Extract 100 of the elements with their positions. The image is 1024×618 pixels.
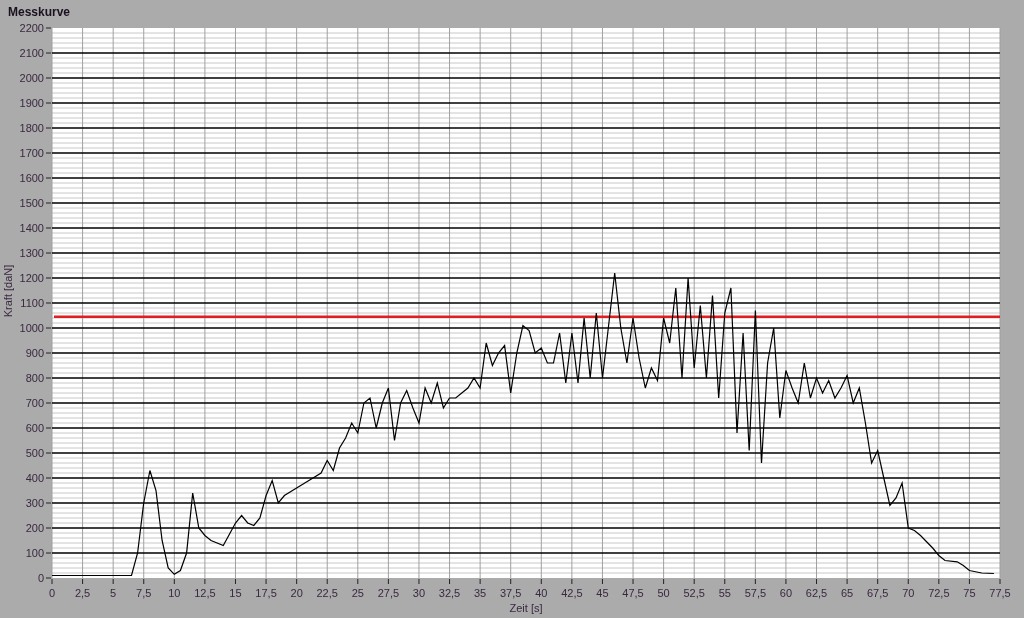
axis-tick [754, 578, 756, 585]
axis-label: 10 [168, 587, 181, 599]
axis-tick [357, 578, 359, 585]
axis-label: 32,5 [438, 587, 461, 599]
axis-title: Kraft [daN] [2, 264, 14, 318]
axis-title: Zeit [s] [509, 602, 543, 614]
axis-tick [45, 227, 52, 229]
axis-tick [45, 127, 52, 129]
axis-label: 70 [902, 587, 915, 599]
axis-label: 67,5 [866, 587, 889, 599]
axis-label: 2,5 [74, 587, 91, 599]
axis-tick [45, 377, 52, 379]
axis-tick [540, 578, 542, 585]
axis-tick [112, 578, 114, 585]
axis-tick [235, 578, 236, 585]
axis-label: 57,5 [744, 587, 767, 599]
axis-label: 30 [412, 587, 426, 599]
axis-tick [816, 578, 817, 585]
window-title: Messkurve [8, 4, 71, 21]
axis-label: 37,5 [500, 587, 522, 599]
axis-label: 52,5 [683, 587, 705, 599]
axis-tick [45, 152, 52, 154]
axis-label: 400 [25, 472, 44, 484]
axis-label: 0 [37, 572, 44, 584]
axis-label: 1100 [20, 297, 44, 309]
axis-tick [45, 477, 52, 479]
axis-tick [204, 578, 206, 585]
axis-label: 1600 [19, 172, 44, 184]
axis-label: 600 [25, 422, 44, 434]
axis-tick [938, 578, 940, 585]
axis-tick [999, 578, 1001, 585]
axis-label: 1700 [19, 147, 44, 159]
axis-tick [143, 578, 145, 585]
axis-tick [45, 502, 52, 504]
axis-tick [82, 578, 84, 585]
axis-tick [45, 177, 52, 179]
axis-label: 1400 [19, 222, 44, 234]
axis-tick [968, 578, 970, 585]
axis-label: 700 [25, 397, 44, 409]
axis-tick [387, 578, 389, 585]
axis-tick [785, 578, 787, 585]
axis-label: 500 [25, 447, 44, 459]
axis-label: 22,5 [316, 587, 338, 599]
axis-label: 60 [779, 587, 793, 599]
axis-label: 300 [25, 497, 44, 509]
axis-tick [45, 27, 52, 29]
axis-label: 1800 [19, 122, 44, 134]
axis-label: 1500 [19, 197, 44, 209]
axis-label: 75 [963, 587, 976, 599]
axis-label: 42,5 [561, 587, 583, 599]
axis-label: 15 [229, 587, 242, 599]
axis-tick [45, 552, 52, 554]
axis-tick [45, 352, 52, 354]
axis-label: 2100 [19, 47, 44, 59]
axis-tick [45, 252, 52, 254]
axis-tick [45, 277, 52, 279]
axis-tick [418, 578, 420, 585]
axis-tick [326, 578, 328, 585]
axis-tick [45, 402, 52, 404]
axis-tick [877, 578, 879, 585]
axis-label: 50 [657, 587, 670, 599]
axis-label: 45 [596, 587, 609, 599]
axis-label: 1000 [19, 322, 44, 334]
axis-tick [907, 578, 909, 585]
axis-tick [45, 102, 52, 104]
axis-tick [45, 427, 52, 429]
axis-label: 800 [25, 372, 44, 384]
axis-label: 100 [25, 547, 44, 559]
axis-tick [296, 578, 298, 585]
axis-label: 1900 [19, 97, 44, 109]
axis-label: 35 [474, 587, 487, 599]
axis-tick [45, 52, 52, 54]
axis-label: 20 [290, 587, 303, 599]
axis-label: 77,5 [989, 587, 1011, 599]
axis-label: 72,5 [928, 587, 950, 599]
axis-tick [45, 327, 52, 329]
axis-label: 5 [110, 587, 117, 599]
axis-label: 2200 [19, 24, 44, 34]
axis-label: 17,5 [255, 587, 277, 599]
axis-tick [601, 578, 603, 585]
axis-label: 55 [718, 587, 731, 599]
axis-label: 200 [25, 522, 44, 534]
axis-label: 25 [351, 587, 364, 599]
axis-label: 0 [48, 587, 56, 599]
axis-tick [45, 302, 52, 304]
axis-tick [173, 578, 175, 585]
axis-label: 1300 [19, 247, 44, 259]
axis-tick [724, 578, 726, 585]
axis-tick [693, 578, 695, 585]
axis-tick [510, 578, 512, 585]
axis-tick [449, 578, 451, 585]
axis-label: 65 [840, 587, 854, 599]
axis-tick [45, 77, 52, 79]
axis-label: 27,5 [377, 587, 400, 599]
axis-label: 62,5 [805, 587, 828, 599]
axis-tick [45, 527, 52, 529]
axis-label: 47,5 [622, 587, 644, 599]
axis-label: 12,5 [194, 587, 216, 599]
axis-tick [632, 578, 634, 585]
axis-label: 7,5 [136, 587, 152, 599]
